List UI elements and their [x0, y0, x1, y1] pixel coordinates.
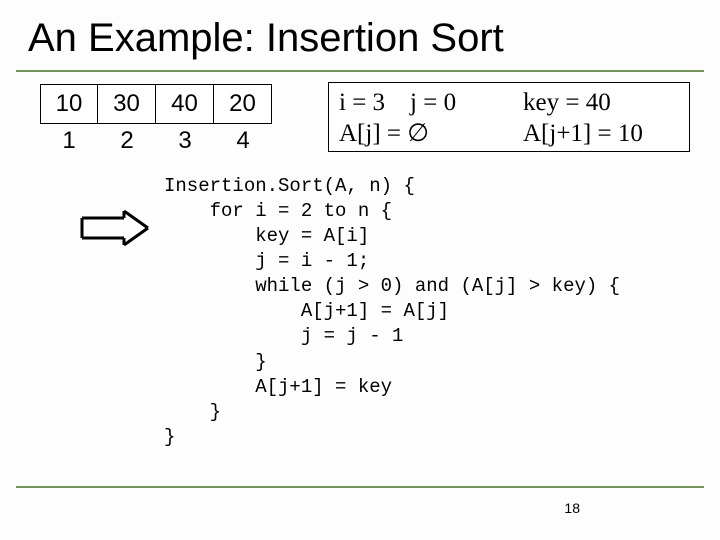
status-j: j = 0 — [410, 89, 456, 116]
status-aj1: A[j+1] = 10 — [523, 118, 679, 149]
array-index: 1 — [40, 126, 98, 156]
title-divider — [16, 70, 704, 72]
status-i: i = 3 — [339, 89, 385, 116]
array-cell: 40 — [156, 84, 214, 124]
array-index: 4 — [214, 126, 272, 156]
array-display: 10 30 40 20 1 2 3 4 — [40, 84, 272, 156]
array-cell: 20 — [214, 84, 272, 124]
array-index-row: 1 2 3 4 — [40, 126, 272, 156]
code-block: Insertion.Sort(A, n) { for i = 2 to n { … — [164, 174, 620, 450]
array-cell: 10 — [40, 84, 98, 124]
array-index: 3 — [156, 126, 214, 156]
array-cell: 30 — [98, 84, 156, 124]
slide: An Example: Insertion Sort 10 30 40 20 1… — [0, 0, 720, 540]
status-key: key = 40 — [523, 87, 679, 118]
status-box: i = 3 j = 0 key = 40 A[j] = ∅ A[j+1] = 1… — [328, 82, 690, 152]
slide-title: An Example: Insertion Sort — [28, 16, 504, 61]
status-aj: A[j] = ∅ — [339, 118, 523, 149]
array-cells-row: 10 30 40 20 — [40, 84, 272, 124]
bottom-divider — [16, 486, 704, 488]
page-number: 18 — [564, 500, 580, 516]
array-index: 2 — [98, 126, 156, 156]
double-right-arrow-icon — [80, 210, 152, 246]
